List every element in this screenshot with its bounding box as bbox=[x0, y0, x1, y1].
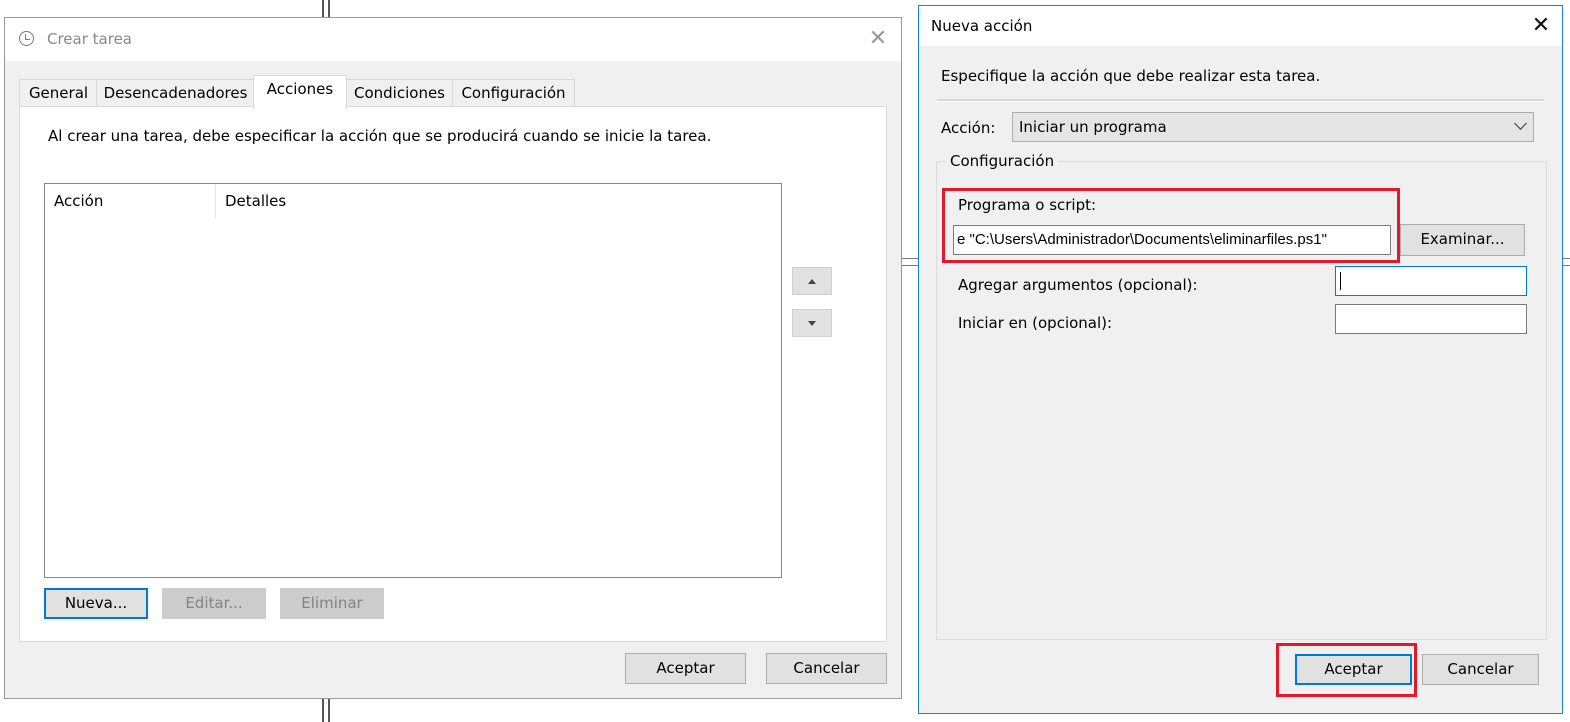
actions-list-header: Acción Detalles bbox=[45, 184, 781, 218]
iniciar-label: Iniciar en (opcional): bbox=[958, 314, 1113, 332]
close-icon[interactable]: ✕ bbox=[865, 26, 891, 52]
accion-combobox[interactable]: Iniciar un programa bbox=[1012, 112, 1534, 142]
nueva-accion-dialog: Nueva acción ✕ Especifique la acción que… bbox=[918, 5, 1563, 714]
acciones-panel: Al crear una tarea, debe especificar la … bbox=[19, 106, 887, 642]
text-caret bbox=[1340, 272, 1341, 290]
background-splitter-bottom bbox=[322, 699, 324, 722]
configuracion-group-title: Configuración bbox=[946, 152, 1059, 170]
instruction-divider bbox=[937, 99, 1544, 102]
clock-icon bbox=[19, 31, 34, 46]
crear-tarea-title: Crear tarea bbox=[47, 30, 132, 48]
column-divider[interactable] bbox=[215, 184, 216, 218]
background-splitter-top bbox=[322, 0, 324, 17]
crear-tarea-titlebar: Crear tarea ✕ bbox=[5, 18, 901, 61]
crear-tarea-cancelar-button[interactable]: Cancelar bbox=[766, 653, 887, 684]
editar-button[interactable]: Editar... bbox=[162, 588, 266, 619]
nueva-accion-titlebar: Nueva acción ✕ bbox=[919, 6, 1562, 46]
background-splitter-top-2 bbox=[328, 0, 330, 17]
crear-tarea-aceptar-button[interactable]: Aceptar bbox=[625, 653, 746, 684]
argumentos-input[interactable] bbox=[1335, 266, 1527, 296]
background-line-right-2 bbox=[1563, 265, 1570, 266]
nueva-accion-title: Nueva acción bbox=[931, 17, 1033, 35]
instruction-text: Especifique la acción que debe realizar … bbox=[941, 67, 1321, 85]
column-header-accion[interactable]: Acción bbox=[54, 192, 103, 210]
column-header-detalles[interactable]: Detalles bbox=[225, 192, 286, 210]
close-icon[interactable]: ✕ bbox=[1526, 11, 1556, 41]
accion-label: Acción: bbox=[941, 119, 995, 137]
background-line-right bbox=[1563, 258, 1570, 259]
nueva-accion-cancelar-button[interactable]: Cancelar bbox=[1422, 654, 1539, 685]
argumentos-label: Agregar argumentos (opcional): bbox=[958, 276, 1198, 294]
tab-desencadenadores[interactable]: Desencadenadores bbox=[96, 79, 255, 108]
programa-highlight-box bbox=[942, 188, 1400, 263]
iniciar-en-input[interactable] bbox=[1335, 304, 1527, 334]
accion-selected-value: Iniciar un programa bbox=[1019, 118, 1167, 136]
background-splitter-bottom-2 bbox=[328, 699, 330, 722]
arrow-up-icon bbox=[808, 279, 816, 284]
tab-general[interactable]: General bbox=[19, 79, 98, 108]
actions-list[interactable]: Acción Detalles bbox=[44, 183, 782, 578]
eliminar-button[interactable]: Eliminar bbox=[280, 588, 384, 619]
tab-condiciones[interactable]: Condiciones bbox=[345, 79, 454, 108]
accion-label-text: Acción: bbox=[941, 119, 996, 137]
acciones-description: Al crear una tarea, debe especificar la … bbox=[48, 127, 712, 145]
tab-configuracion[interactable]: Configuración bbox=[452, 79, 575, 108]
background-line-left-2 bbox=[902, 265, 918, 266]
background-line-left bbox=[902, 258, 918, 259]
chevron-down-icon bbox=[1514, 117, 1527, 130]
move-down-button[interactable] bbox=[792, 309, 832, 337]
crear-tarea-dialog: Crear tarea ✕ General Desencadenadores A… bbox=[4, 17, 902, 699]
examinar-button[interactable]: Examinar... bbox=[1400, 224, 1525, 256]
nueva-button[interactable]: Nueva... bbox=[44, 588, 148, 619]
tab-acciones[interactable]: Acciones bbox=[253, 75, 347, 109]
move-up-button[interactable] bbox=[792, 267, 832, 295]
arrow-down-icon bbox=[808, 321, 816, 326]
aceptar-highlight-box bbox=[1276, 643, 1417, 697]
